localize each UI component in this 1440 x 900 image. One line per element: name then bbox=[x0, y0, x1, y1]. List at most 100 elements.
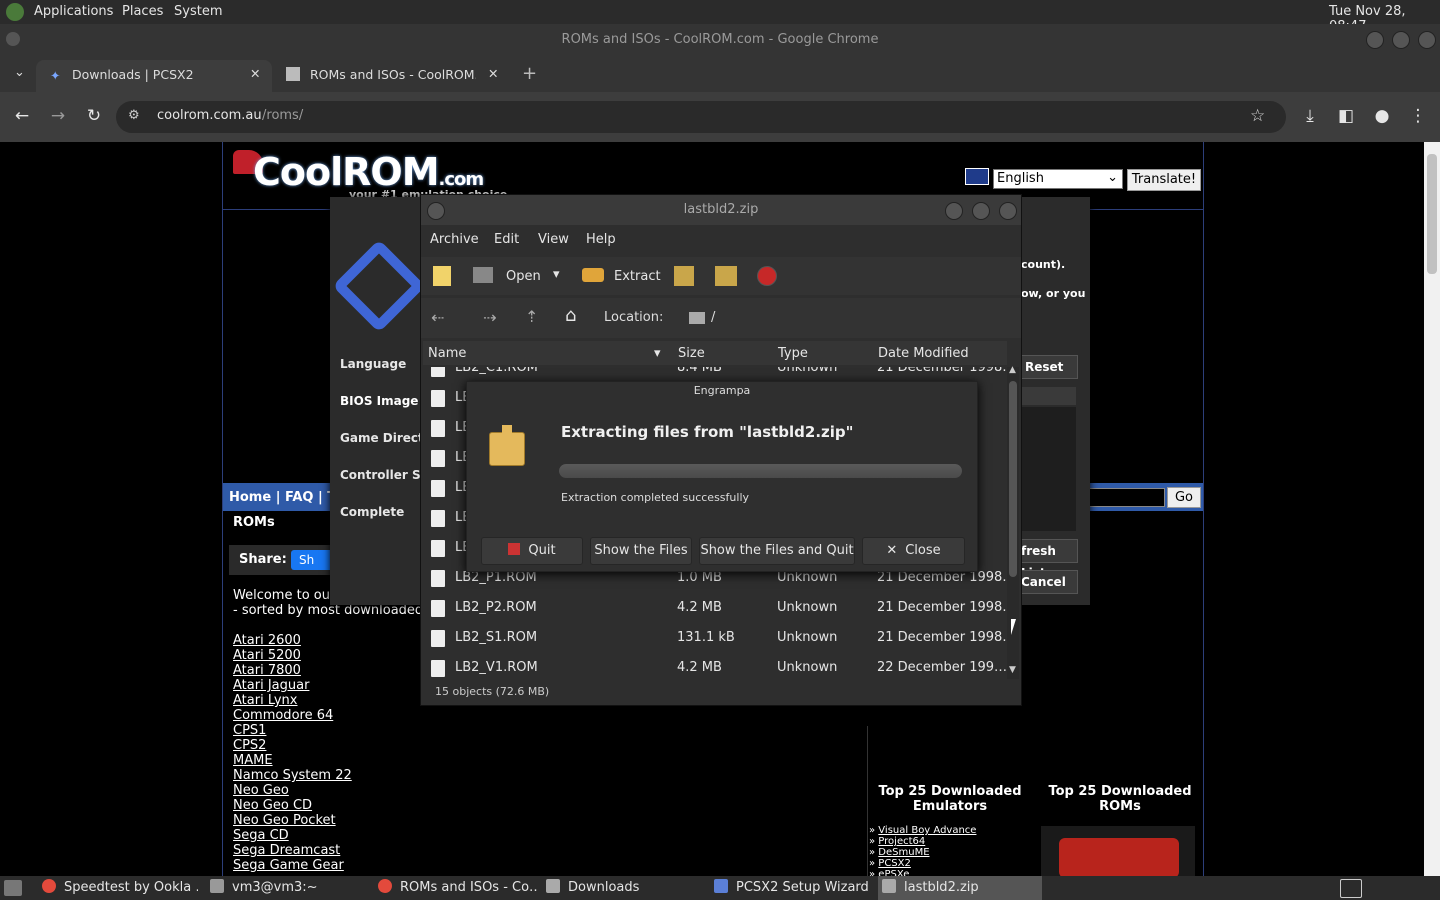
taskbar-item[interactable]: ROMs and ISOs - Co… bbox=[374, 876, 538, 900]
distro-logo-icon[interactable] bbox=[6, 3, 24, 21]
system-link[interactable]: Sega Dreamcast bbox=[233, 843, 373, 858]
emulator-link[interactable]: DeSmuME bbox=[878, 847, 929, 858]
go-button[interactable]: Go bbox=[1167, 487, 1201, 508]
menu-kebab-icon[interactable]: ⋮ bbox=[1404, 106, 1432, 126]
system-link[interactable]: Sega Game Gear bbox=[233, 858, 373, 873]
up-icon[interactable]: ⇡ bbox=[525, 307, 538, 326]
emulator-link[interactable]: PCSX2 bbox=[878, 858, 911, 869]
cancel-button[interactable]: Cancel bbox=[1020, 570, 1078, 594]
tab-search-chevron-icon[interactable]: ⌄ bbox=[14, 65, 25, 80]
emulator-link[interactable]: Visual Boy Advance bbox=[878, 825, 976, 836]
open-icon[interactable] bbox=[473, 267, 493, 283]
maximize-icon[interactable] bbox=[972, 202, 990, 220]
forward-icon[interactable]: → bbox=[44, 106, 72, 126]
column-size[interactable]: Size bbox=[678, 346, 705, 361]
taskbar-item[interactable]: Downloads bbox=[542, 876, 706, 900]
menu-applications[interactable]: Applications bbox=[34, 4, 113, 19]
extract-button[interactable]: Extract bbox=[614, 269, 661, 284]
system-link[interactable]: Atari Jaguar bbox=[233, 678, 373, 693]
scroll-down-icon[interactable]: ▼ bbox=[1009, 665, 1016, 675]
show-files-and-quit-button[interactable]: Show the Files and Quit bbox=[699, 537, 855, 565]
menu-places[interactable]: Places bbox=[122, 4, 163, 19]
system-link[interactable]: Commodore 64 bbox=[233, 708, 373, 723]
show-desktop-icon[interactable] bbox=[4, 880, 22, 896]
address-bar[interactable]: ⚙ coolrom.com.au /roms/ ☆ bbox=[116, 101, 1286, 133]
add-files-icon[interactable] bbox=[674, 266, 694, 286]
reset-button[interactable]: Reset bbox=[1020, 355, 1078, 379]
close-button[interactable]: ✕ Close bbox=[862, 537, 965, 565]
tab-close-icon[interactable]: ✕ bbox=[250, 66, 260, 81]
taskbar-item[interactable]: Speedtest by Ookla … bbox=[38, 876, 198, 900]
tekken-thumbnail[interactable] bbox=[1041, 826, 1195, 876]
file-row[interactable]: LB2_P2.ROM 4.2 MB Unknown 21 December 1998… bbox=[423, 593, 1015, 623]
open-button[interactable]: Open bbox=[506, 269, 541, 284]
menu-edit[interactable]: Edit bbox=[494, 232, 519, 247]
system-link[interactable]: CPS1 bbox=[233, 723, 373, 738]
file-row[interactable]: LB2_V1.ROM 4.2 MB Unknown 22 December 199… bbox=[423, 653, 1007, 679]
downloads-icon[interactable]: ⤓ bbox=[1296, 106, 1324, 126]
nav-links[interactable]: Home | FAQ | Tu bbox=[229, 490, 344, 505]
stop-icon[interactable] bbox=[757, 266, 777, 286]
system-link[interactable]: CPS2 bbox=[233, 738, 373, 753]
show-files-button[interactable]: Show the Files bbox=[590, 537, 692, 565]
maximize-icon[interactable] bbox=[1392, 31, 1410, 49]
menu-help[interactable]: Help bbox=[586, 232, 616, 247]
window-menu-icon[interactable] bbox=[427, 202, 445, 220]
sort-arrow-icon[interactable]: ▾ bbox=[654, 346, 661, 361]
home-icon[interactable]: ⌂ bbox=[565, 305, 576, 326]
close-icon[interactable] bbox=[1418, 31, 1436, 49]
new-archive-icon[interactable] bbox=[433, 266, 451, 286]
menu-archive[interactable]: Archive bbox=[430, 232, 479, 247]
minimize-icon[interactable] bbox=[945, 202, 963, 220]
refresh-list-button[interactable]: fresh List bbox=[1020, 539, 1078, 580]
page-scrollbar[interactable] bbox=[1424, 142, 1440, 876]
bookmark-star-icon[interactable]: ☆ bbox=[1250, 106, 1265, 126]
back-icon[interactable]: ← bbox=[8, 106, 36, 126]
emulator-link[interactable]: ePSXe bbox=[878, 869, 909, 876]
system-link[interactable]: Atari 2600 bbox=[233, 633, 373, 648]
site-info-icon[interactable]: ⚙ bbox=[128, 108, 140, 123]
system-link[interactable]: Neo Geo bbox=[233, 783, 373, 798]
file-row[interactable]: LB2_S1.ROM 131.1 kB Unknown 21 December 199… bbox=[423, 623, 1015, 653]
language-select[interactable]: English ⌄ bbox=[993, 169, 1123, 189]
menu-view[interactable]: View bbox=[538, 232, 569, 247]
quit-button[interactable]: Quit bbox=[481, 537, 583, 565]
system-link[interactable]: Neo Geo Pocket bbox=[233, 813, 373, 828]
system-link[interactable]: Atari 7800 bbox=[233, 663, 373, 678]
column-name[interactable]: Name bbox=[428, 346, 466, 361]
bios-list[interactable] bbox=[1020, 407, 1076, 531]
location-value[interactable]: / bbox=[711, 310, 715, 325]
system-link[interactable]: Namco System 22 bbox=[233, 768, 373, 783]
workspace-switcher-icon[interactable] bbox=[1340, 879, 1362, 898]
taskbar-item[interactable]: lastbld2.zip bbox=[878, 876, 1042, 900]
menu-system[interactable]: System bbox=[174, 4, 222, 19]
add-folder-icon[interactable] bbox=[715, 266, 737, 286]
scrollbar-thumb[interactable] bbox=[1009, 381, 1017, 577]
system-link[interactable]: Atari Lynx bbox=[233, 693, 373, 708]
extract-icon[interactable] bbox=[582, 268, 604, 282]
back-icon[interactable]: ⇠ bbox=[431, 308, 444, 327]
open-dropdown-icon[interactable]: ▾ bbox=[553, 267, 560, 282]
column-type[interactable]: Type bbox=[778, 346, 808, 361]
new-tab-icon[interactable]: + bbox=[522, 63, 537, 84]
column-date[interactable]: Date Modified bbox=[878, 346, 969, 361]
taskbar-item[interactable]: vm3@vm3:~ bbox=[206, 876, 370, 900]
scroll-up-icon[interactable]: ▲ bbox=[1009, 365, 1016, 375]
tab-downloads-pcsx2[interactable]: ✦ Downloads | PCSX2 ✕ bbox=[36, 60, 272, 92]
tab-close-icon[interactable]: ✕ bbox=[488, 66, 498, 81]
forward-icon[interactable]: ⇢ bbox=[483, 308, 496, 327]
taskbar-item[interactable]: PCSX2 Setup Wizard bbox=[710, 876, 874, 900]
search-input[interactable] bbox=[1089, 488, 1165, 507]
system-link[interactable]: Neo Geo CD bbox=[233, 798, 373, 813]
system-link[interactable]: MAME bbox=[233, 753, 373, 768]
system-link[interactable]: Atari 5200 bbox=[233, 648, 373, 663]
reload-icon[interactable]: ↻ bbox=[80, 106, 108, 126]
emulator-link[interactable]: Project64 bbox=[878, 836, 925, 847]
side-panel-icon[interactable]: ◧ bbox=[1332, 106, 1360, 126]
system-link[interactable]: Sega CD bbox=[233, 828, 373, 843]
close-icon[interactable] bbox=[999, 202, 1017, 220]
translate-button[interactable]: Translate! bbox=[1127, 169, 1201, 191]
minimize-icon[interactable] bbox=[1366, 31, 1384, 49]
profile-icon[interactable]: ● bbox=[1368, 106, 1396, 126]
scrollbar-thumb[interactable] bbox=[1427, 154, 1437, 274]
